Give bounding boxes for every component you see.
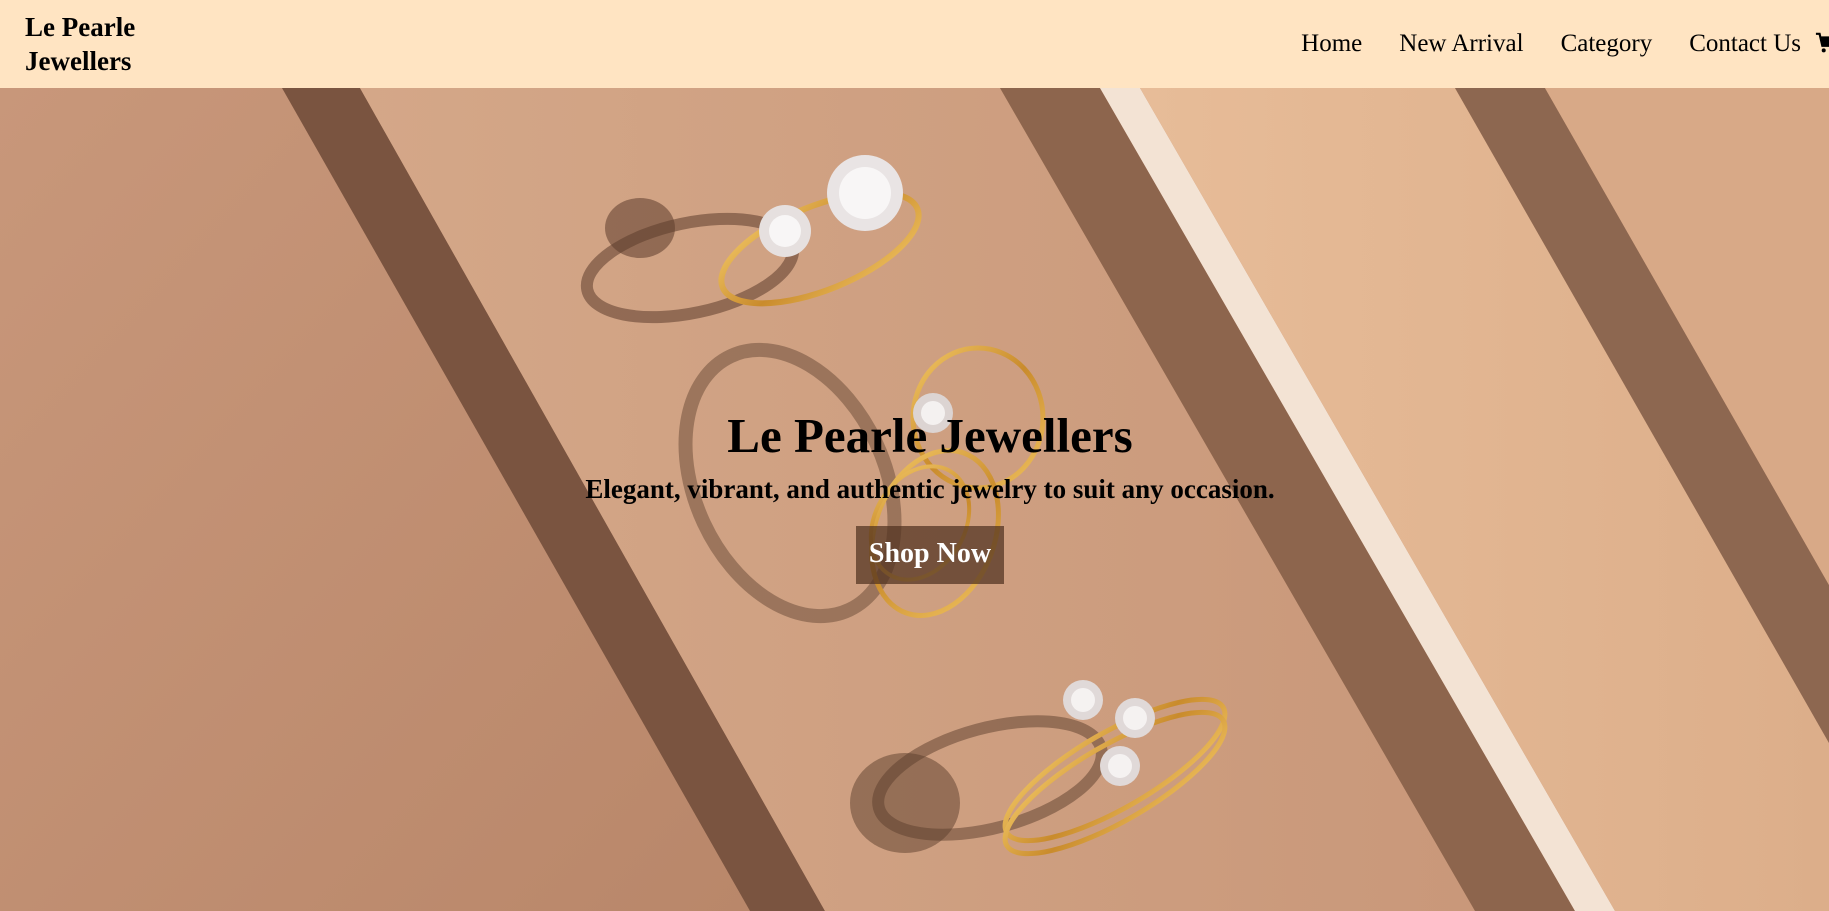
shop-now-button[interactable]: Shop Now: [855, 526, 1005, 584]
cart-icon[interactable]: [1815, 32, 1829, 54]
nav-category[interactable]: Category: [1561, 30, 1653, 58]
hero-subtitle: Elegant, vibrant, and authentic jewelry …: [585, 474, 1275, 504]
nav-new-arrival[interactable]: New Arrival: [1399, 30, 1523, 58]
hero-title: Le Pearle Jewellers: [727, 408, 1133, 463]
nav-links: Home New Arrival Category Contact Us: [1264, 0, 1829, 88]
nav-contact-us[interactable]: Contact Us: [1689, 30, 1801, 58]
hero-content: Le Pearle Jewellers Elegant, vibrant, an…: [0, 408, 1829, 584]
brand-logo[interactable]: Le Pearle Jewellers: [25, 10, 185, 78]
hero-banner: Le Pearle Jewellers Elegant, vibrant, an…: [0, 88, 1829, 911]
navbar: Le Pearle Jewellers Home New Arrival Cat…: [0, 0, 1829, 88]
nav-home[interactable]: Home: [1301, 30, 1362, 58]
